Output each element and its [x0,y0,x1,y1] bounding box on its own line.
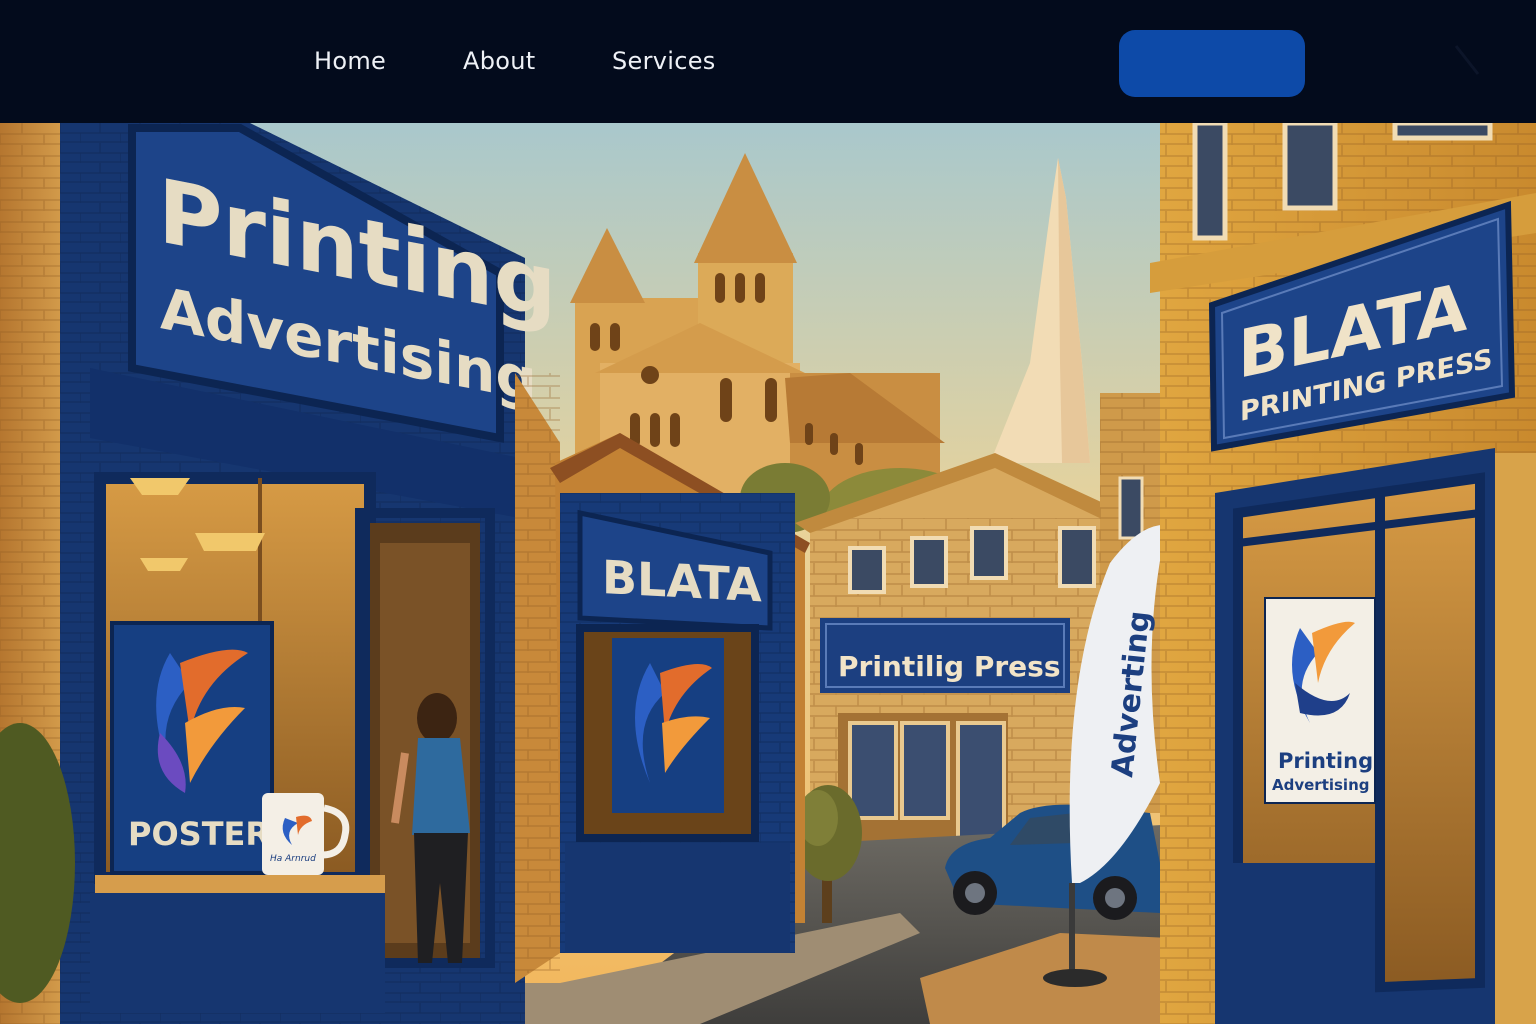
right-poster-line1: Printing [1278,749,1373,773]
poster-label: POSTER [128,815,270,853]
nav-link-home[interactable]: Home [314,44,386,78]
mug-label: Ha Arnrud [270,854,316,864]
top-navbar: Home About Services [0,0,1536,123]
center-sign-text: BLATA [602,550,762,612]
small-shop-sign-text: Printilig Press [838,650,1060,683]
street-scene: Printilig Press Adverting Printing Adver… [0,123,1536,1024]
right-building: BLATA PRINTING PRESS Printing Advertisin… [1150,123,1536,1024]
left-building: Printing Advertising POSTER Ha Arnrud [0,123,557,1024]
hero-illustration: Printilig Press Adverting Printing Adver… [0,123,1536,1024]
nav-link-about[interactable]: About [463,44,535,78]
right-poster-line2: Advertising [1272,776,1370,794]
cta-button[interactable] [1119,30,1305,97]
menu-icon[interactable] [1452,42,1482,78]
nav-link-services[interactable]: Services [612,44,716,78]
